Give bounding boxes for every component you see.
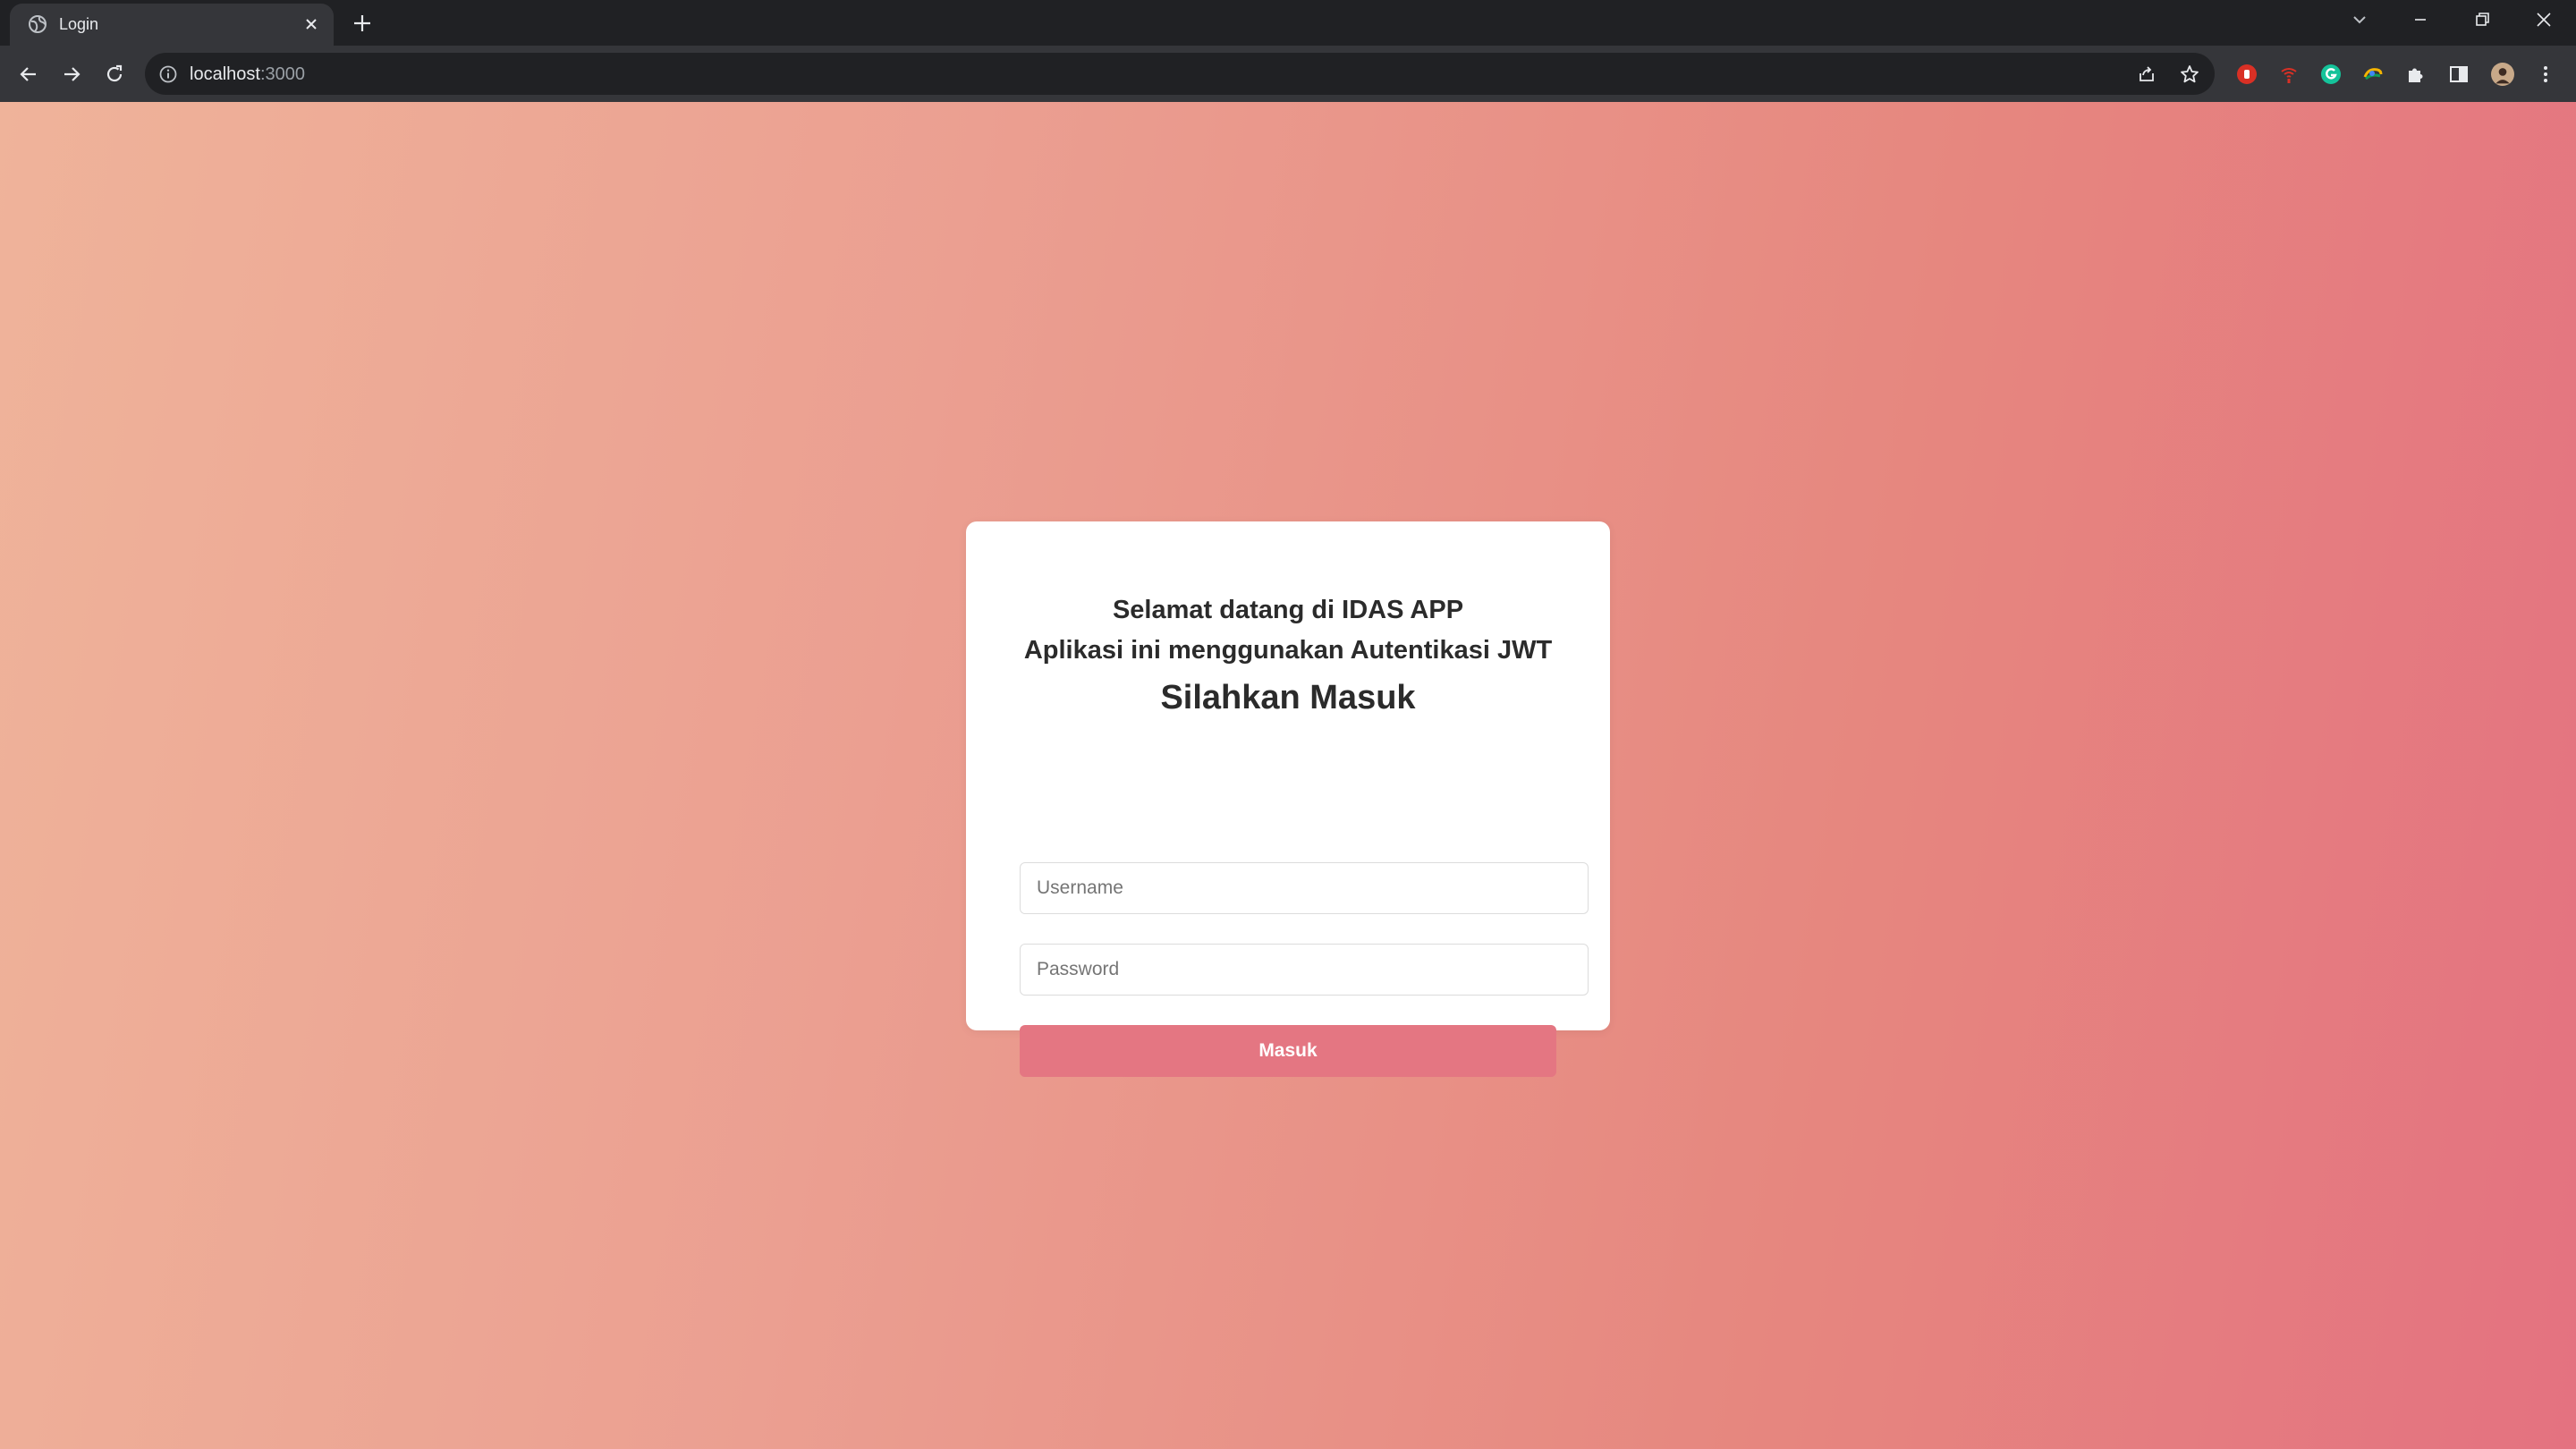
new-tab-button[interactable] [349, 10, 376, 37]
tab-title: Login [59, 15, 99, 33]
username-input[interactable] [1020, 862, 1589, 914]
welcome-subtitle: Aplikasi ini menggunakan Autentikasi JWT [1023, 636, 1553, 665]
bookmark-star-icon[interactable] [2178, 63, 2201, 86]
url-port: :3000 [259, 64, 305, 84]
browser-toolbar: localhost:3000 [0, 46, 2576, 102]
more-menu-icon[interactable] [2534, 63, 2557, 86]
address-bar[interactable]: localhost:3000 [145, 53, 2215, 95]
tab-search-icon[interactable] [2343, 7, 2376, 32]
browser-tab[interactable]: Login [10, 4, 334, 46]
welcome-title: Selamat datang di IDAS APP [1112, 596, 1464, 624]
wifi-extension-icon[interactable] [2277, 63, 2301, 86]
grammarly-extension-icon[interactable] [2319, 63, 2343, 86]
side-panel-icon[interactable] [2447, 63, 2470, 86]
close-window-icon[interactable] [2528, 7, 2560, 32]
submit-button[interactable]: Masuk [1020, 1025, 1556, 1077]
minimize-icon[interactable] [2404, 7, 2436, 32]
profile-avatar[interactable] [2491, 63, 2514, 86]
adblock-extension-icon[interactable] [2235, 63, 2258, 86]
back-button[interactable] [13, 58, 45, 90]
url-host: localhost [190, 64, 260, 84]
globe-icon [27, 13, 48, 35]
close-tab-icon[interactable] [301, 13, 322, 35]
share-icon[interactable] [2135, 63, 2158, 86]
browser-tab-bar: Login [0, 0, 2576, 46]
url-text: localhost:3000 [190, 64, 305, 85]
login-card: Selamat datang di IDAS APP Aplikasi ini … [966, 521, 1610, 1077]
page-background: Selamat datang di IDAS APP Aplikasi ini … [0, 102, 2576, 1449]
login-heading: Silahkan Masuk [1160, 679, 1416, 716]
reload-button[interactable] [98, 58, 131, 90]
forward-button[interactable] [55, 58, 88, 90]
color-extension-icon[interactable] [2361, 63, 2385, 86]
password-input[interactable] [1020, 944, 1589, 996]
info-icon[interactable] [157, 64, 179, 85]
extensions-puzzle-icon[interactable] [2404, 63, 2428, 86]
restore-icon[interactable] [2466, 7, 2498, 32]
